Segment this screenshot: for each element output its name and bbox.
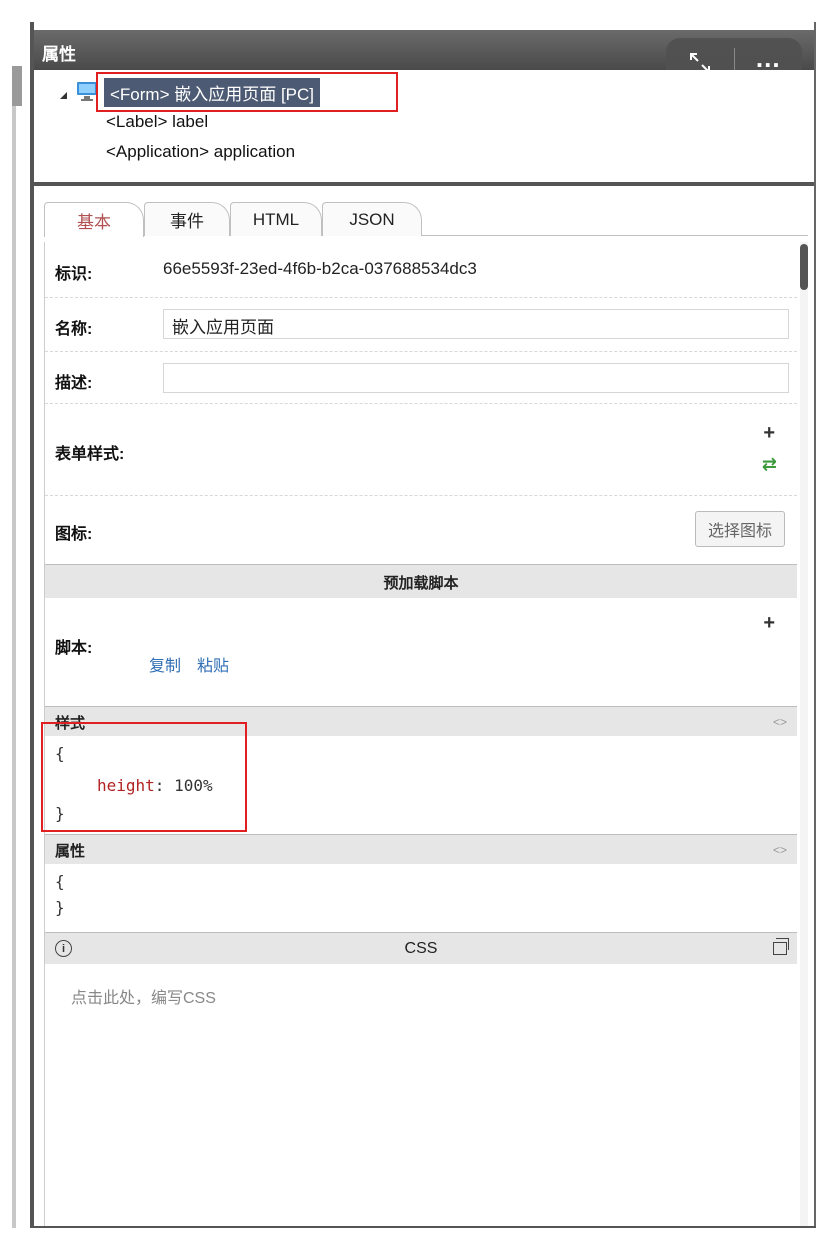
form-style-label: 表单样式: bbox=[55, 446, 125, 463]
id-label: 标识: bbox=[55, 266, 93, 283]
paste-link[interactable]: 粘贴 bbox=[197, 652, 229, 676]
panel-title: 属性 bbox=[42, 45, 76, 64]
style-value: : 100% bbox=[154, 776, 213, 795]
tree-item-application[interactable]: <Application> application bbox=[106, 142, 295, 162]
tree-item-application-text: <Application> application bbox=[106, 142, 296, 161]
name-input[interactable]: 嵌入应用页面 bbox=[163, 309, 789, 339]
popout-window-icon[interactable] bbox=[773, 938, 789, 955]
name-label: 名称: bbox=[55, 321, 93, 338]
left-divider bbox=[12, 106, 16, 1228]
collapse-arrow-icon[interactable] bbox=[60, 92, 67, 99]
basic-tab-content: 标识: 66e5593f-23ed-4f6b-b2ca-037688534dc3… bbox=[41, 242, 808, 1228]
scroll-thumb[interactable] bbox=[800, 244, 808, 290]
css-section-title: CSS bbox=[404, 940, 438, 957]
tab-bar: 基本 事件 HTML JSON bbox=[44, 202, 808, 237]
style-section-header: 样式 <> bbox=[45, 706, 797, 736]
more-icon: ... bbox=[755, 42, 781, 73]
refresh-icon[interactable]: ⇄ bbox=[762, 454, 777, 475]
tab-basic-label: 基本 bbox=[77, 212, 111, 232]
id-value: 66e5593f-23ed-4f6b-b2ca-037688534dc3 bbox=[163, 259, 477, 278]
preload-section-title: 预加载脚本 bbox=[383, 575, 459, 592]
tree-item-label-text: <Label> label bbox=[106, 112, 209, 131]
monitor-icon bbox=[77, 82, 97, 101]
form-tree: <Form> 嵌入应用页面 [PC] <Label> label <Applic… bbox=[34, 70, 814, 186]
left-strip bbox=[12, 66, 22, 106]
attr-close-brace: } bbox=[55, 898, 65, 917]
attr-section-title: 属性 bbox=[55, 843, 86, 860]
tree-item-form[interactable]: <Form> 嵌入应用页面 [PC] bbox=[104, 78, 321, 107]
tab-json[interactable]: JSON bbox=[322, 202, 422, 236]
css-section-header: i CSS bbox=[45, 932, 797, 964]
tab-html-label: HTML bbox=[252, 209, 300, 229]
tree-item-form-label: <Form> 嵌入应用页面 [PC] bbox=[104, 78, 321, 107]
properties-panel: 属性 ... <Form> 嵌入应用页面 [PC] <Label> label … bbox=[30, 22, 816, 1228]
prop-row-name: 名称: 嵌入应用页面 bbox=[45, 298, 797, 352]
style-section-title: 样式 bbox=[55, 715, 86, 732]
script-label: 脚本: bbox=[55, 640, 93, 657]
css-editor-placeholder[interactable]: 点击此处，编写CSS bbox=[71, 984, 216, 1008]
prop-row-icon: 图标: 选择图标 bbox=[45, 496, 797, 564]
attr-code-toggle-icon[interactable]: <> bbox=[773, 843, 787, 857]
style-close-brace: } bbox=[55, 804, 65, 823]
desc-input[interactable] bbox=[163, 363, 789, 393]
prop-row-id: 标识: 66e5593f-23ed-4f6b-b2ca-037688534dc3 bbox=[45, 242, 797, 298]
icon-label: 图标: bbox=[55, 526, 93, 543]
style-key: height bbox=[97, 776, 155, 795]
tab-events-label: 事件 bbox=[170, 212, 204, 231]
prop-row-desc: 描述: bbox=[45, 352, 797, 404]
select-icon-button[interactable]: 选择图标 bbox=[695, 511, 785, 547]
tree-item-label[interactable]: <Label> label bbox=[106, 112, 208, 132]
attr-section-header: 属性 <> bbox=[45, 834, 797, 864]
attr-open-brace: { bbox=[55, 872, 65, 891]
tab-basic[interactable]: 基本 bbox=[44, 202, 144, 237]
prop-row-form-style: 表单样式: + ⇄ bbox=[45, 404, 797, 496]
desc-label: 描述: bbox=[55, 375, 93, 392]
preload-section-header: 预加载脚本 bbox=[45, 564, 797, 598]
prop-row-script: 脚本: + 复制 粘贴 bbox=[45, 598, 797, 690]
style-open-brace: { bbox=[55, 744, 65, 763]
copy-link[interactable]: 复制 bbox=[149, 652, 181, 676]
add-form-style-icon[interactable]: + bbox=[763, 422, 775, 445]
style-declaration[interactable]: height: 100% bbox=[97, 776, 213, 795]
scrollbar[interactable] bbox=[800, 242, 808, 1228]
tab-events[interactable]: 事件 bbox=[144, 202, 230, 236]
code-toggle-icon[interactable]: <> bbox=[773, 715, 787, 729]
add-script-icon[interactable]: + bbox=[763, 612, 775, 635]
tab-json-label: JSON bbox=[349, 209, 395, 229]
panel-titlebar: 属性 ... bbox=[34, 22, 814, 88]
tab-html[interactable]: HTML bbox=[230, 202, 322, 236]
